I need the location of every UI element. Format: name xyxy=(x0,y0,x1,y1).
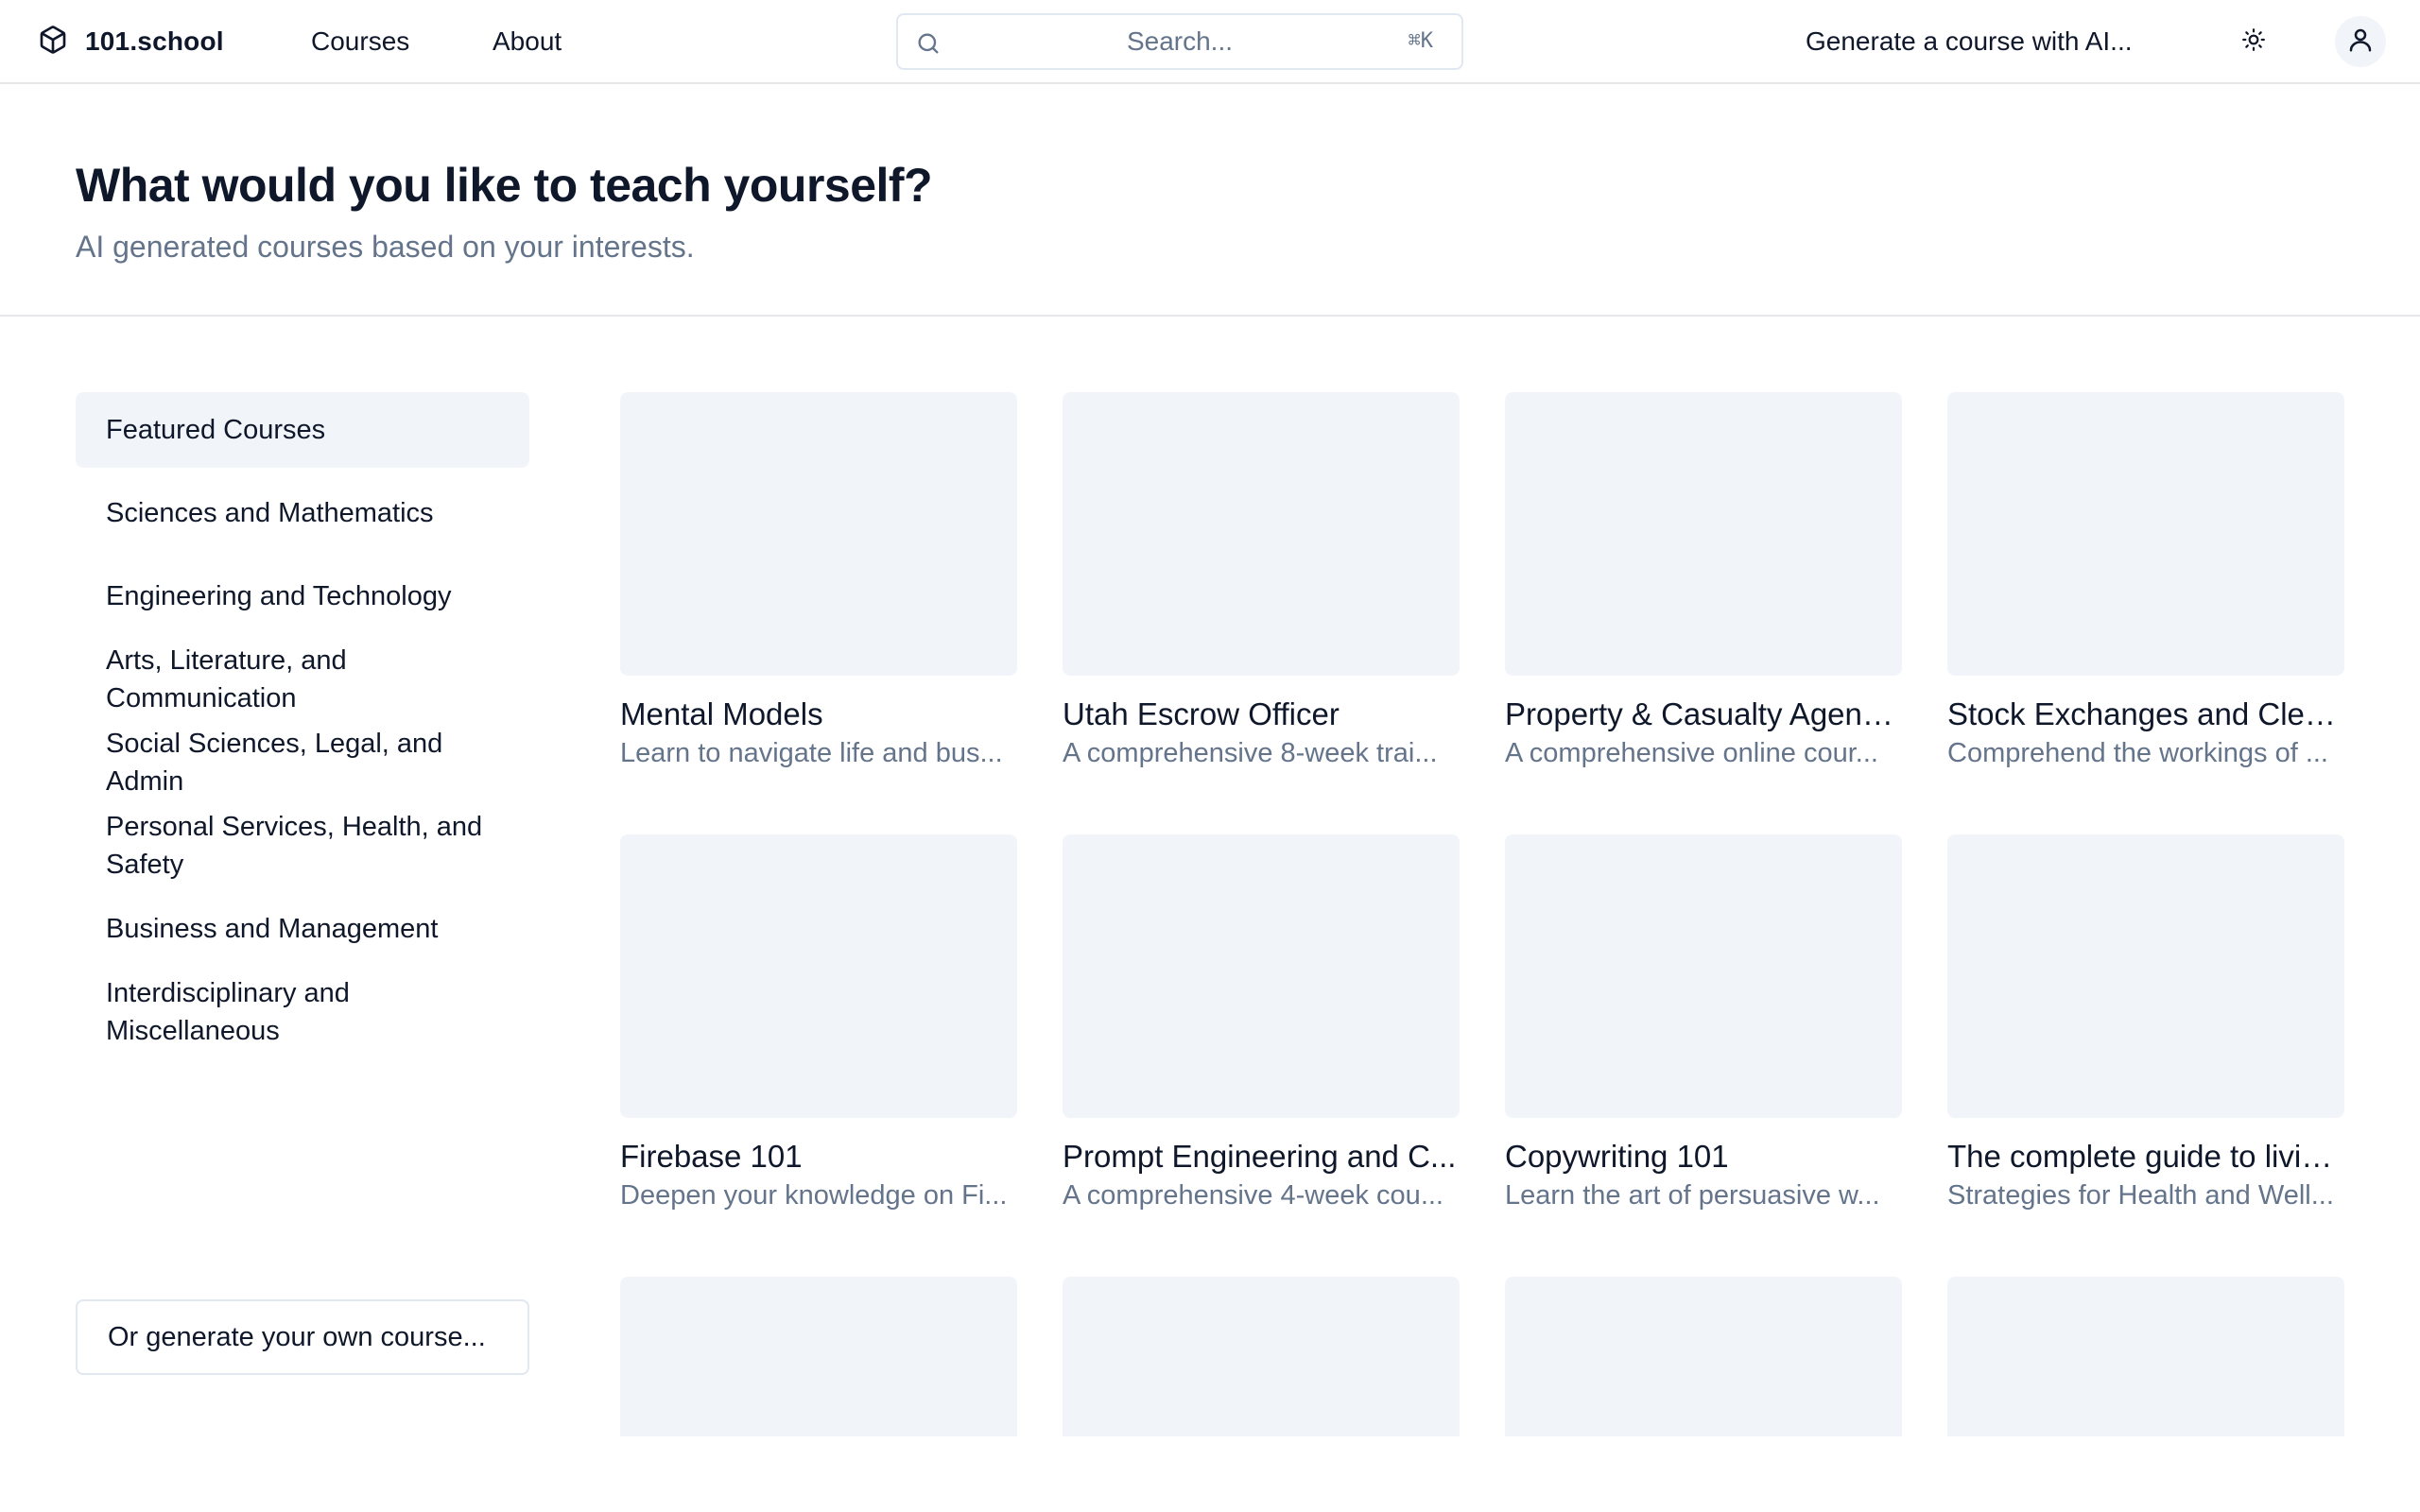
category-sciences-mathematics[interactable]: Sciences and Mathematics xyxy=(76,475,529,551)
course-description: Comprehend the workings of ... xyxy=(1947,738,2328,768)
category-social-sciences-legal-admin[interactable]: Social Sciences, Legal, and Admin xyxy=(76,725,529,800)
course-thumbnail xyxy=(1063,1277,1460,1436)
hero-section: What would you like to teach yourself? A… xyxy=(0,86,2420,317)
course-card[interactable] xyxy=(1947,1277,2344,1436)
generate-course-ai-button[interactable]: Generate a course with AI... xyxy=(1806,23,2133,60)
page-title: What would you like to teach yourself? xyxy=(76,159,933,212)
course-card[interactable]: The complete guide to livin... Strategie… xyxy=(1947,834,2344,1214)
category-featured-courses[interactable]: Featured Courses xyxy=(76,392,529,468)
course-card[interactable] xyxy=(620,1277,1017,1436)
course-card[interactable]: Mental Models Learn to navigate life and… xyxy=(620,392,1017,772)
course-title: Prompt Engineering and C... xyxy=(1063,1139,1457,1174)
course-card[interactable]: Property & Casualty Agent ... A comprehe… xyxy=(1505,392,1902,772)
course-description: Learn to navigate life and bus... xyxy=(620,738,1003,768)
course-card[interactable]: Copywriting 101 Learn the art of persuas… xyxy=(1505,834,1902,1214)
course-description: Deepen your knowledge on Fi... xyxy=(620,1180,1008,1211)
course-thumbnail xyxy=(1947,1277,2344,1436)
course-card[interactable] xyxy=(1063,1277,1460,1436)
course-thumbnail xyxy=(1505,392,1902,676)
course-description: A comprehensive 4-week cou... xyxy=(1063,1180,1443,1211)
course-title: Firebase 101 xyxy=(620,1139,803,1174)
course-description: A comprehensive 8-week trai... xyxy=(1063,738,1438,768)
category-engineering-technology[interactable]: Engineering and Technology xyxy=(76,558,529,634)
generate-own-course-button[interactable]: Or generate your own course... xyxy=(76,1299,529,1375)
course-title: The complete guide to livin... xyxy=(1947,1139,2344,1174)
top-navigation: 101.school Courses About Search... ⌘K Ge… xyxy=(0,0,2420,84)
course-description: Strategies for Health and Well... xyxy=(1947,1180,2334,1211)
search-placeholder: Search... xyxy=(1126,26,1234,56)
course-card[interactable]: Utah Escrow Officer A comprehensive 8-we… xyxy=(1063,392,1460,772)
theme-toggle-button[interactable] xyxy=(2235,23,2273,60)
category-personal-services-health-safety[interactable]: Personal Services, Health, and Safety xyxy=(76,808,529,884)
course-thumbnail xyxy=(1947,834,2344,1118)
search-shortcut-hint: ⌘K xyxy=(1408,29,1434,53)
course-thumbnail xyxy=(1505,1277,1902,1436)
course-thumbnail xyxy=(1063,834,1460,1118)
category-interdisciplinary-misc[interactable]: Interdisciplinary and Miscellaneous xyxy=(76,974,529,1050)
cube-icon xyxy=(38,25,68,60)
page-subtitle: AI generated courses based on your inter… xyxy=(76,230,695,264)
course-thumbnail xyxy=(620,1277,1017,1436)
course-title: Copywriting 101 xyxy=(1505,1139,1729,1174)
nav-link-courses[interactable]: Courses xyxy=(311,23,409,60)
course-thumbnail xyxy=(620,392,1017,676)
category-business-management[interactable]: Business and Management xyxy=(76,891,529,967)
user-icon xyxy=(2346,26,2375,59)
course-description: Learn the art of persuasive w... xyxy=(1505,1180,1880,1211)
course-title: Mental Models xyxy=(620,696,823,731)
search-input[interactable]: Search... ⌘K xyxy=(896,13,1463,70)
account-button[interactable] xyxy=(2335,16,2386,67)
category-arts-literature-communication[interactable]: Arts, Literature, and Communication xyxy=(76,642,529,717)
course-title: Property & Casualty Agent ... xyxy=(1505,696,1902,731)
course-thumbnail xyxy=(620,834,1017,1118)
course-card[interactable]: Firebase 101 Deepen your knowledge on Fi… xyxy=(620,834,1017,1214)
brand-link[interactable]: 101.school xyxy=(38,23,224,60)
course-thumbnail xyxy=(1947,392,2344,676)
course-card[interactable]: Stock Exchanges and Clea... Comprehend t… xyxy=(1947,392,2344,772)
course-grid: Mental Models Learn to navigate life and… xyxy=(620,392,2344,1436)
sun-icon xyxy=(2241,27,2266,57)
course-card[interactable]: Prompt Engineering and C... A comprehens… xyxy=(1063,834,1460,1214)
course-thumbnail xyxy=(1505,834,1902,1118)
brand-name: 101.school xyxy=(85,26,224,56)
course-description: A comprehensive online cour... xyxy=(1505,738,1878,768)
course-title: Stock Exchanges and Clea... xyxy=(1947,696,2344,731)
nav-link-about[interactable]: About xyxy=(493,23,562,60)
course-card[interactable] xyxy=(1505,1277,1902,1436)
course-title: Utah Escrow Officer xyxy=(1063,696,1340,731)
course-thumbnail xyxy=(1063,392,1460,676)
